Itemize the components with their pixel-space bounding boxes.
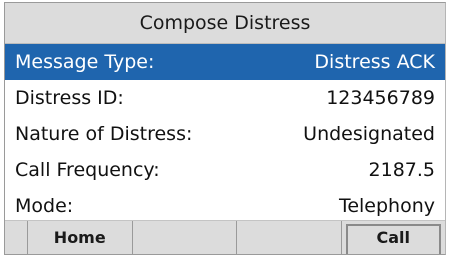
field-list: Message Type: Distress ACK Distress ID: … — [5, 44, 445, 224]
mode-label: Mode: — [15, 195, 74, 217]
distress-id-label: Distress ID: — [15, 87, 124, 109]
row-distress-id[interactable]: Distress ID: 123456789 — [5, 80, 445, 116]
message-type-value: Distress ACK — [314, 51, 435, 73]
call-softkey[interactable]: Call — [342, 221, 446, 254]
home-softkey-label: Home — [53, 228, 106, 247]
compose-distress-screen: Compose Distress Message Type: Distress … — [4, 2, 446, 255]
softkey-bar: Home Call — [5, 220, 445, 254]
softkey-3[interactable] — [133, 221, 237, 254]
call-softkey-label: Call — [376, 228, 410, 247]
distress-id-value: 123456789 — [326, 87, 435, 109]
row-call-frequency[interactable]: Call Frequency: 2187.5 — [5, 152, 445, 188]
row-message-type[interactable]: Message Type: Distress ACK — [5, 44, 445, 80]
softkey-4[interactable] — [237, 221, 342, 254]
message-type-label: Message Type: — [15, 51, 155, 73]
nature-of-distress-value: Undesignated — [303, 123, 435, 145]
screen-title: Compose Distress — [5, 3, 445, 44]
nature-of-distress-label: Nature of Distress: — [15, 123, 193, 145]
mode-value: Telephony — [338, 195, 435, 217]
call-frequency-label: Call Frequency: — [15, 159, 160, 181]
home-softkey[interactable]: Home — [28, 221, 133, 254]
row-mode[interactable]: Mode: Telephony — [5, 188, 445, 224]
row-nature-of-distress[interactable]: Nature of Distress: Undesignated — [5, 116, 445, 152]
call-frequency-value: 2187.5 — [368, 159, 435, 181]
softkey-1[interactable] — [5, 221, 28, 254]
